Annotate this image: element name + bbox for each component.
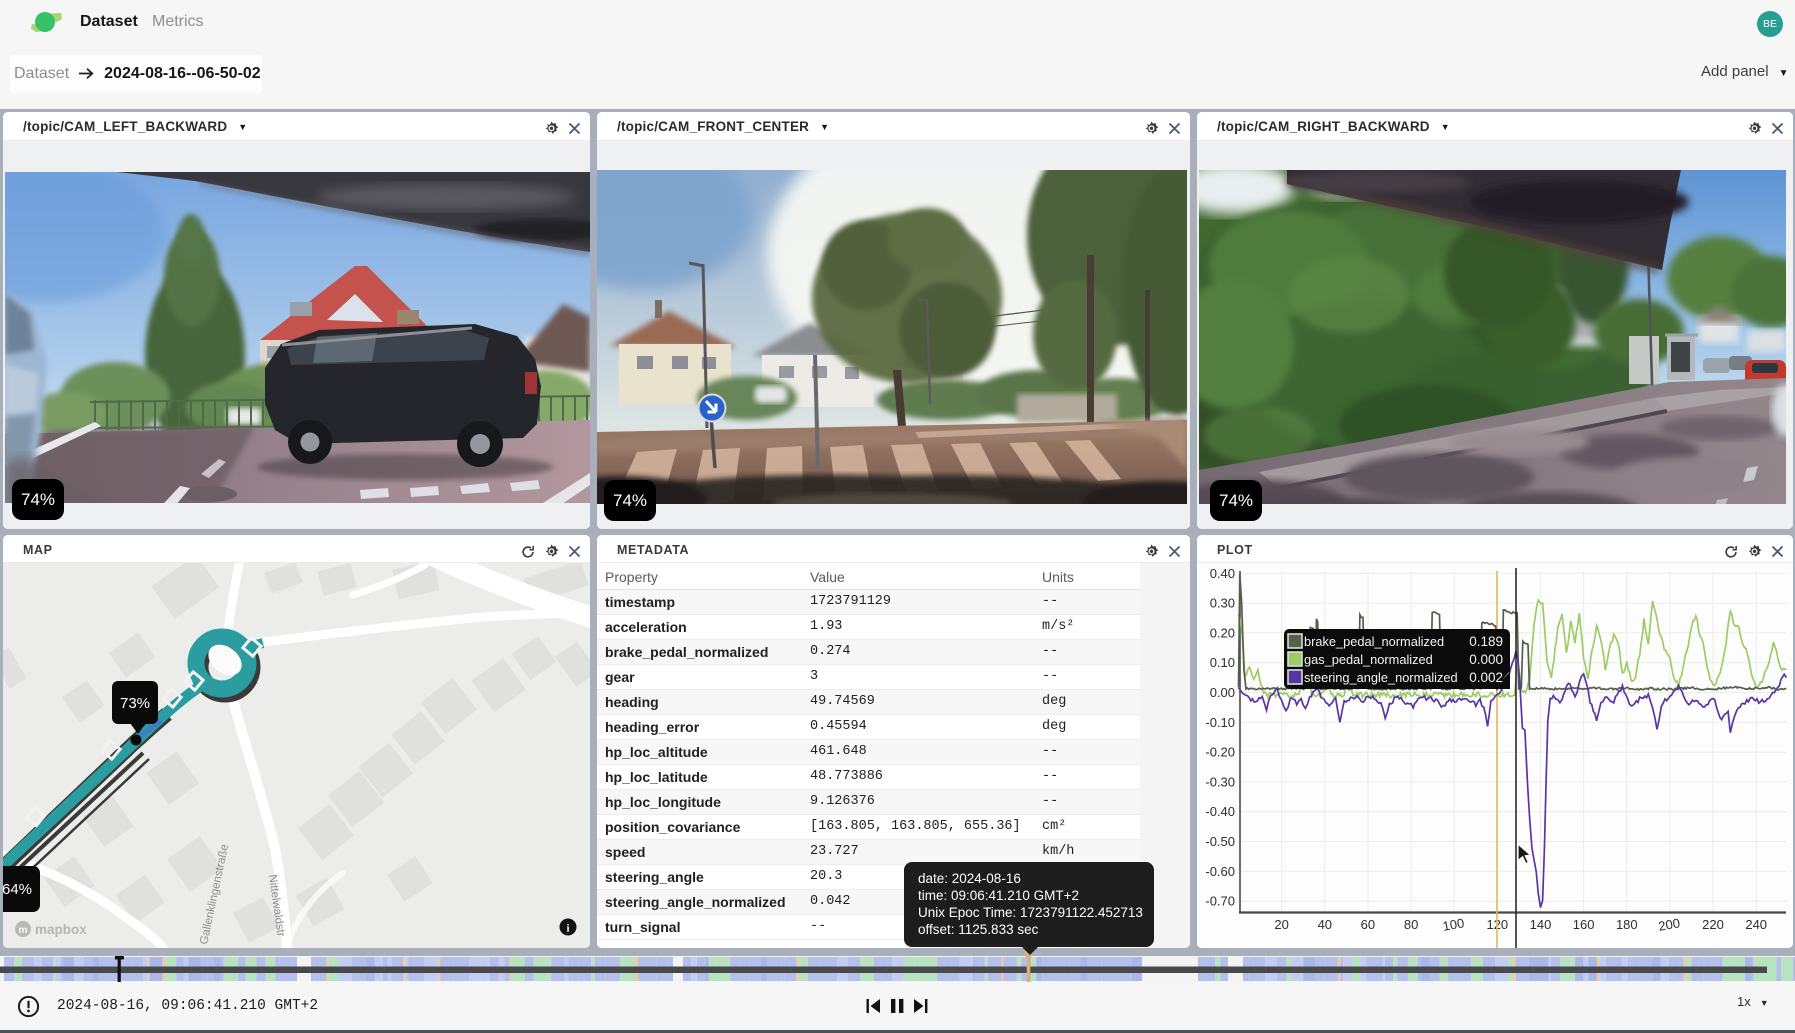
svg-text:-0.70: -0.70: [1205, 894, 1235, 909]
svg-text:64%: 64%: [3, 881, 32, 898]
svg-text:40: 40: [1318, 917, 1332, 932]
svg-text:-0.40: -0.40: [1205, 804, 1235, 819]
svg-text:0.002: 0.002: [1469, 670, 1503, 685]
svg-text:80: 80: [1404, 917, 1418, 932]
svg-text:0.10: 0.10: [1210, 655, 1235, 670]
svg-text:gas_pedal_normalized: gas_pedal_normalized: [1304, 652, 1433, 667]
svg-text:180: 180: [1616, 917, 1638, 932]
svg-text:220: 220: [1702, 917, 1724, 932]
svg-text:brake_pedal_normalized: brake_pedal_normalized: [1304, 634, 1444, 649]
svg-text:-0.10: -0.10: [1205, 715, 1235, 730]
svg-text:0.40: 0.40: [1210, 566, 1235, 581]
svg-text:0.00: 0.00: [1210, 685, 1235, 700]
svg-text:steering_angle_normalized: steering_angle_normalized: [1304, 670, 1458, 685]
svg-text:-0.50: -0.50: [1205, 834, 1235, 849]
svg-text:0.20: 0.20: [1210, 625, 1235, 640]
svg-text:0.189: 0.189: [1469, 634, 1503, 649]
svg-text:i: i: [566, 923, 569, 935]
svg-text:m: m: [19, 925, 28, 936]
svg-text:mapbox: mapbox: [35, 922, 87, 937]
svg-text:73%: 73%: [120, 695, 150, 712]
svg-text:60: 60: [1361, 917, 1375, 932]
svg-text:160: 160: [1573, 917, 1595, 932]
svg-text:0.30: 0.30: [1210, 596, 1235, 611]
svg-text:20: 20: [1274, 917, 1288, 932]
svg-text:140: 140: [1530, 917, 1552, 932]
svg-text:-0.60: -0.60: [1205, 864, 1235, 879]
svg-text:-0.30: -0.30: [1205, 774, 1235, 789]
svg-text:0.000: 0.000: [1469, 652, 1503, 667]
svg-text:-0.20: -0.20: [1205, 745, 1235, 760]
svg-text:240: 240: [1745, 917, 1767, 932]
